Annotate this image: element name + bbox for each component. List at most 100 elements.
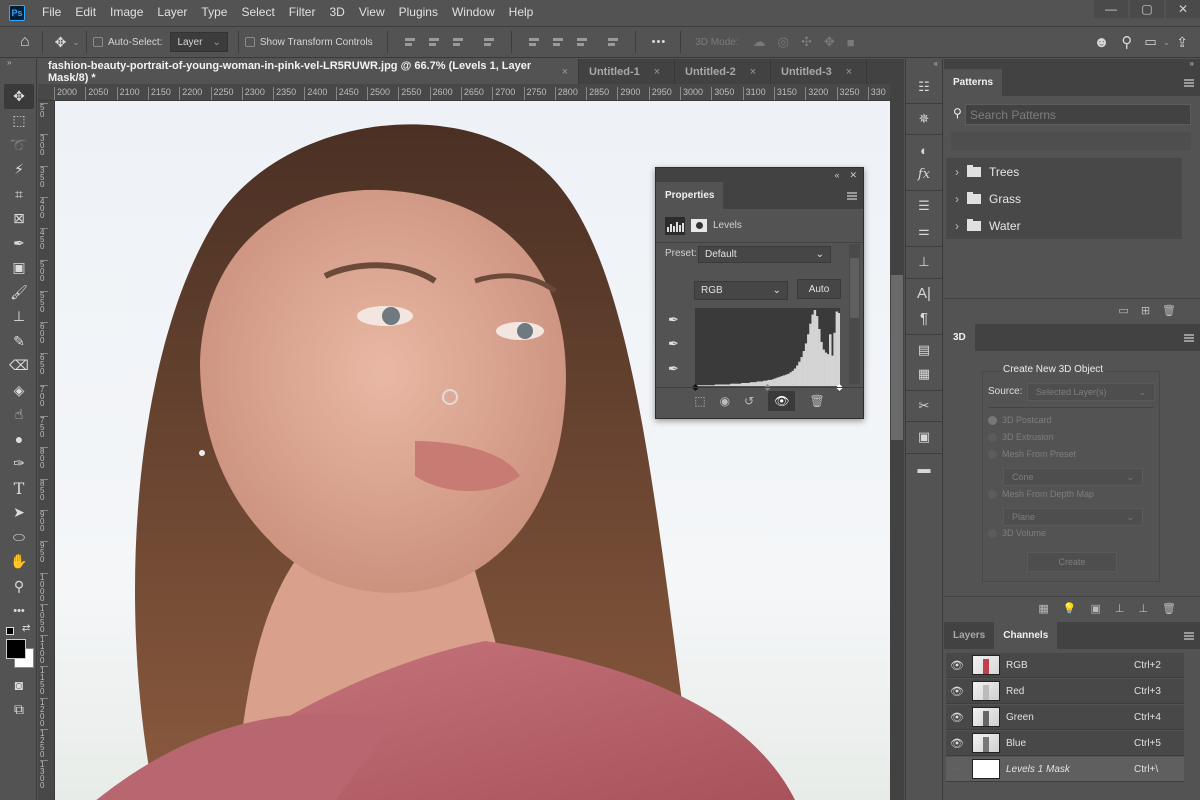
styles-panel-icon[interactable]: fx bbox=[906, 163, 942, 188]
crop-tool[interactable]: ⌗ bbox=[4, 182, 34, 207]
align-bottom-edges-icon[interactable] bbox=[575, 35, 589, 49]
clip-to-layer-icon[interactable]: ⬚ bbox=[694, 394, 705, 408]
visibility-eye-icon[interactable]: 👁 bbox=[946, 685, 968, 698]
create-3d-button[interactable]: Create bbox=[1027, 552, 1117, 572]
reset-icon[interactable]: ↺ bbox=[744, 394, 754, 408]
roll-3d-icon[interactable]: ◎ bbox=[772, 34, 795, 50]
menu-plugins[interactable]: Plugins bbox=[392, 0, 445, 25]
pattern-group-trees[interactable]: › Trees bbox=[946, 158, 1182, 185]
menu-3d[interactable]: 3D bbox=[322, 0, 351, 25]
panel-menu-icon[interactable] bbox=[1184, 632, 1194, 640]
menu-window[interactable]: Window bbox=[445, 0, 502, 25]
show-transform-controls-checkbox[interactable]: Show Transform Controls bbox=[244, 37, 373, 48]
source-dropdown[interactable]: Selected Layer(s) ⌄ bbox=[1027, 383, 1155, 401]
lasso-tool[interactable]: ➰ bbox=[4, 133, 34, 158]
more-tools-button[interactable]: ••• bbox=[4, 599, 34, 624]
tab-untitled-1[interactable]: Untitled-1 × bbox=[579, 59, 675, 84]
tab-patterns[interactable]: Patterns bbox=[944, 69, 1003, 96]
move-tool-icon[interactable]: ✥ bbox=[49, 34, 73, 51]
workspace-icon[interactable]: ▭ bbox=[1138, 34, 1162, 50]
tab-document-portrait[interactable]: fashion-beauty-portrait-of-young-woman-i… bbox=[38, 59, 579, 84]
chevron-right-icon[interactable]: › bbox=[955, 165, 959, 179]
collapse-toolbar-icon[interactable]: » bbox=[0, 59, 36, 67]
menu-view[interactable]: View bbox=[352, 0, 392, 25]
pattern-group-grass[interactable]: › Grass bbox=[946, 185, 1182, 212]
radio-button[interactable] bbox=[988, 528, 997, 538]
slide-3d-icon[interactable]: ✥ bbox=[818, 34, 841, 50]
pen-tool[interactable]: ✑ bbox=[4, 452, 34, 477]
add-light-icon[interactable]: 💡 bbox=[1063, 602, 1077, 615]
channel-row-green[interactable]: 👁 Green Ctrl+4 bbox=[946, 705, 1184, 730]
share-export-icon[interactable]: ⇪ bbox=[1170, 34, 1194, 51]
black-point-eyedropper-icon[interactable]: ✒ bbox=[668, 312, 679, 328]
visibility-eye-icon[interactable]: 👁 bbox=[946, 659, 968, 672]
preset-dropdown[interactable]: Default ⌄ bbox=[698, 246, 831, 263]
gray-point-eyedropper-icon[interactable]: ✒ bbox=[668, 336, 679, 352]
properties-scrollbar[interactable] bbox=[849, 244, 860, 384]
auto-select-checkbox[interactable]: Auto-Select: bbox=[92, 37, 162, 48]
chevron-right-icon[interactable]: › bbox=[955, 192, 959, 206]
chevron-down-icon[interactable]: ⌄ bbox=[72, 37, 80, 48]
depth-map-dropdown[interactable]: Plane ⌄ bbox=[1003, 508, 1143, 526]
frame-tool[interactable]: ⊠ bbox=[4, 207, 34, 232]
vertical-scrollbar-thumb[interactable] bbox=[891, 275, 903, 440]
adjustments-panel-icon[interactable]: ◐ bbox=[906, 138, 942, 163]
close-tab-icon[interactable]: × bbox=[654, 66, 660, 78]
hand-tool[interactable]: ✋ bbox=[4, 550, 34, 575]
align-left-edges-icon[interactable] bbox=[403, 35, 417, 49]
more-options-button[interactable]: ••• bbox=[646, 36, 673, 48]
tab-properties[interactable]: Properties bbox=[656, 182, 724, 209]
minimize-button[interactable]: — bbox=[1094, 0, 1128, 18]
filter-by-scene-icon[interactable]: ▦ bbox=[1038, 602, 1048, 615]
tab-untitled-3[interactable]: Untitled-3 × bbox=[771, 59, 867, 84]
white-point-eyedropper-icon[interactable]: ✒ bbox=[668, 361, 679, 377]
eraser-tool[interactable]: ⌫ bbox=[4, 354, 34, 379]
vertical-scrollbar[interactable] bbox=[890, 84, 904, 800]
new-pattern-icon[interactable]: ⊞ bbox=[1141, 304, 1150, 317]
close-tab-icon[interactable]: × bbox=[562, 66, 568, 78]
auto-button[interactable]: Auto bbox=[797, 279, 841, 299]
add-object-icon[interactable]: ⊥ bbox=[1138, 602, 1148, 615]
pan-3d-icon[interactable]: ✣ bbox=[795, 34, 818, 50]
menu-edit[interactable]: Edit bbox=[68, 0, 103, 25]
navigator-panel-icon[interactable]: ✵ bbox=[906, 107, 942, 132]
tab-3d[interactable]: 3D bbox=[944, 324, 975, 351]
quick-mask-icon[interactable]: ◙ bbox=[4, 673, 34, 698]
menu-file[interactable]: File bbox=[35, 0, 68, 25]
orbit-3d-icon[interactable]: ☁ bbox=[747, 34, 772, 50]
scale-3d-icon[interactable]: ■ bbox=[841, 35, 861, 50]
menu-type[interactable]: Type bbox=[194, 0, 234, 25]
ground-plane-icon[interactable]: ⊥ bbox=[1115, 602, 1125, 615]
mesh-preset-dropdown[interactable]: Cone ⌄ bbox=[1003, 468, 1143, 486]
toggle-visibility-icon[interactable]: 👁 bbox=[768, 390, 796, 411]
menu-select[interactable]: Select bbox=[234, 0, 281, 25]
align-right-edges-icon[interactable] bbox=[451, 35, 465, 49]
channel-row-red[interactable]: 👁 Red Ctrl+3 bbox=[946, 679, 1184, 704]
radio-3d-extrusion[interactable]: 3D Extrusion bbox=[988, 432, 1054, 442]
menu-layer[interactable]: Layer bbox=[150, 0, 194, 25]
plugins-panel-icon[interactable]: ▬ bbox=[906, 457, 942, 482]
eyedropper-tool[interactable]: ✒ bbox=[4, 231, 34, 256]
menu-help[interactable]: Help bbox=[502, 0, 541, 25]
share-user-icon[interactable]: ☻ bbox=[1088, 34, 1116, 51]
swap-colors-icon[interactable]: ⇄ bbox=[22, 623, 30, 634]
dodge-tool[interactable]: ● bbox=[4, 427, 34, 452]
visibility-toggle-empty[interactable]: ⌐ bbox=[946, 763, 968, 775]
radio-mesh-from-preset[interactable]: Mesh From Preset bbox=[988, 449, 1076, 459]
tab-layers[interactable]: Layers bbox=[944, 622, 994, 649]
channel-row-rgb[interactable]: 👁 RGB Ctrl+2 bbox=[946, 653, 1184, 678]
delete-icon[interactable]: 🗑 bbox=[809, 394, 824, 408]
channel-row-blue[interactable]: 👁 Blue Ctrl+5 bbox=[946, 731, 1184, 756]
checkbox-box[interactable] bbox=[244, 37, 255, 47]
view-previous-state-icon[interactable]: ◉ bbox=[720, 394, 730, 408]
channel-dropdown[interactable]: RGB ⌄ bbox=[694, 281, 788, 300]
menu-filter[interactable]: Filter bbox=[282, 0, 323, 25]
menu-image[interactable]: Image bbox=[103, 0, 150, 25]
clone-stamp-tool[interactable]: ⊥ bbox=[4, 305, 34, 330]
path-selection-tool[interactable]: ➤ bbox=[4, 501, 34, 526]
ellipse-tool[interactable]: ⬭ bbox=[4, 525, 34, 550]
maximize-button[interactable]: ▢ bbox=[1130, 0, 1164, 18]
patch-tool[interactable]: ▣ bbox=[4, 256, 34, 281]
align-top-edges-icon[interactable] bbox=[527, 35, 541, 49]
screen-mode-icon[interactable]: ⧉ bbox=[4, 698, 34, 723]
